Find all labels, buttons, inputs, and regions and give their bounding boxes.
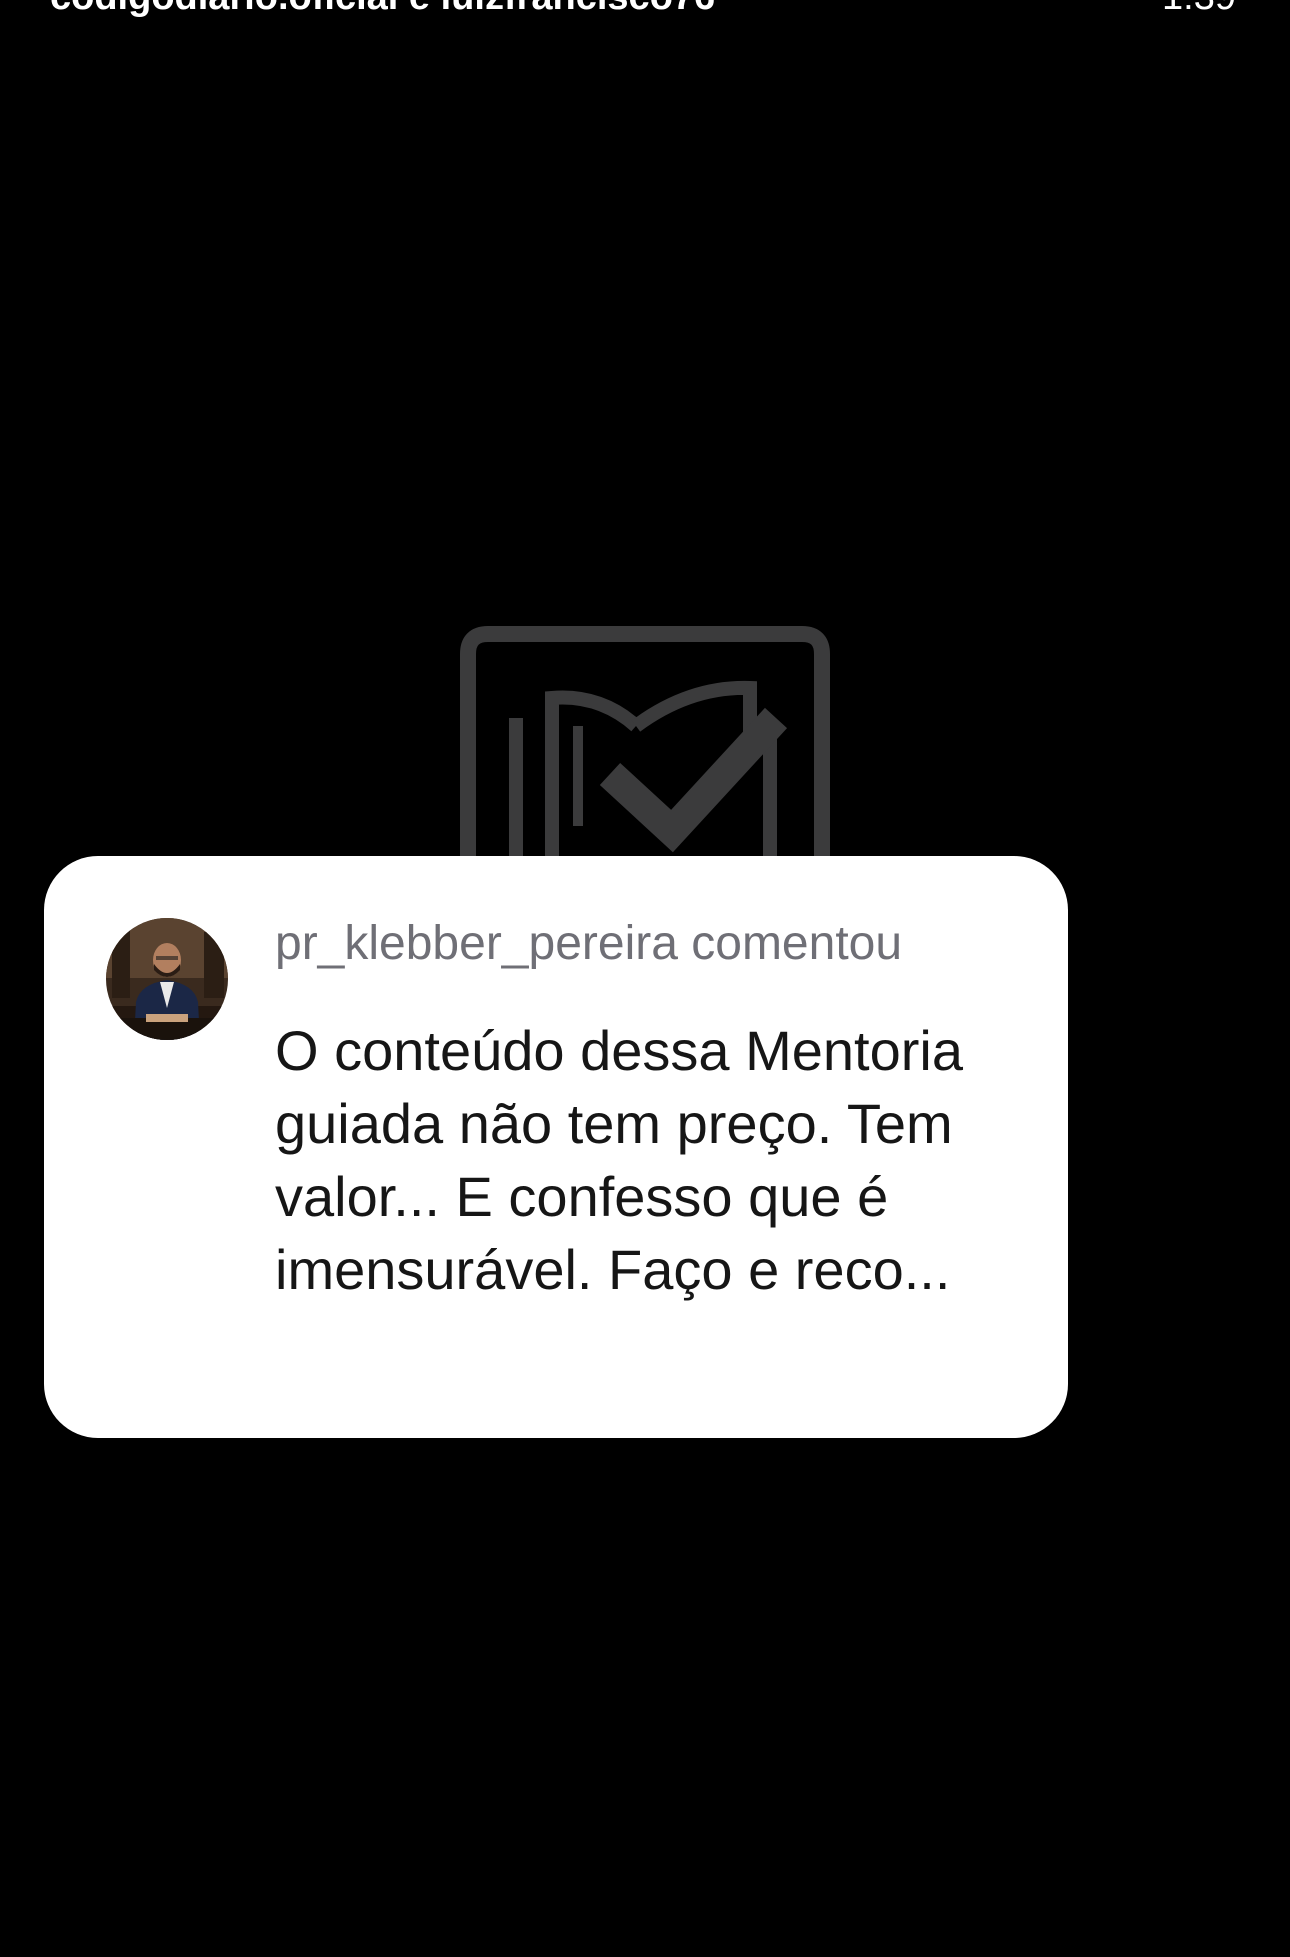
story-top-bar: codigodiario.oficial e luizfrancisco76 1… xyxy=(0,0,1290,20)
comment-sticker-card[interactable]: pr_klebber_pereira comentou O conteúdo d… xyxy=(44,856,1068,1438)
avatar-photo-icon xyxy=(106,918,228,1040)
comment-body-text: O conteúdo dessa Mentoria guiada não tem… xyxy=(275,1019,963,1301)
user-avatar[interactable] xyxy=(106,918,228,1040)
book-checkmark-logo-icon xyxy=(460,626,830,864)
story-header-title[interactable]: codigodiario.oficial e luizfrancisco76 xyxy=(50,0,715,19)
comment-author-header[interactable]: pr_klebber_pereira comentou xyxy=(275,916,902,971)
story-timestamp: 1:39 xyxy=(1162,0,1236,19)
